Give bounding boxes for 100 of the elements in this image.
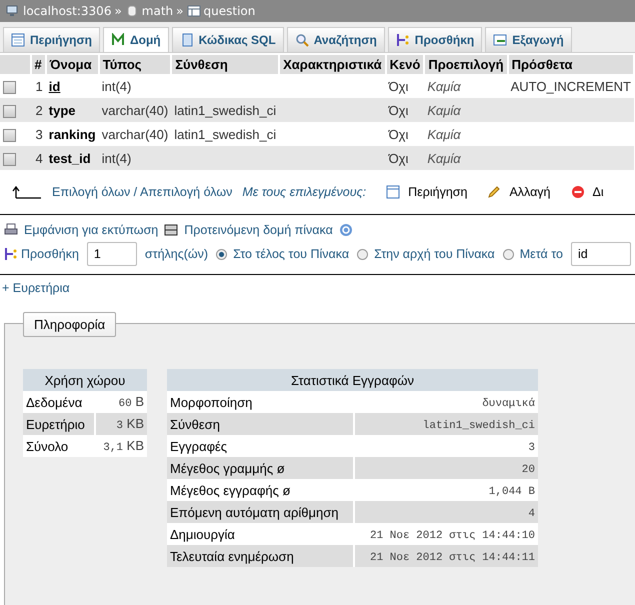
stat-label: Σύνθεση — [170, 416, 220, 432]
structure-icon — [111, 33, 125, 47]
table-cell: Καμία — [427, 102, 461, 118]
table-cell: Όχι — [386, 74, 424, 98]
column-name: type — [48, 102, 76, 118]
radio-label: Μετά το — [520, 247, 563, 261]
grid-icon — [164, 223, 178, 237]
indexes-link[interactable]: + Ευρετήρια — [0, 275, 635, 303]
column-name: id — [48, 78, 60, 94]
stat-label: Ευρετήριο — [26, 416, 85, 432]
stat-value: 4 — [528, 508, 535, 520]
stat-label: Τελευταία ενημέρωση — [170, 548, 294, 564]
table-cell: Καμία — [427, 78, 461, 94]
insert-column-icon — [4, 247, 18, 261]
tab[interactable]: Εξαγωγή — [485, 27, 572, 52]
table-cell: int(4) — [98, 146, 172, 170]
column-header: Όνομα — [46, 55, 99, 74]
radio-label: Στην αρχή του Πίνακα — [374, 247, 495, 261]
stat-value: latin1_swedish_ci — [422, 420, 535, 432]
stat-label: Επόμενη αυτόματη αρίθμηση — [170, 504, 338, 520]
database-icon — [124, 4, 139, 18]
table-icon — [11, 33, 25, 47]
columns-label: στήλης(ών) — [144, 247, 208, 261]
stat-value: δυναμικά — [482, 398, 535, 410]
column-name: ranking — [48, 126, 96, 142]
table-cell: varchar(40) — [98, 122, 172, 146]
table-cell: 3 — [30, 122, 46, 146]
row-checkbox[interactable] — [3, 128, 16, 142]
column-header: Τύπος — [98, 55, 172, 74]
tab[interactable]: Κώδικας SQL — [172, 27, 284, 52]
radio-button[interactable] — [216, 248, 228, 260]
search-icon — [294, 33, 309, 47]
insert-column-icon — [396, 33, 410, 47]
action-link[interactable]: Περιήγηση — [386, 185, 468, 199]
table-icon — [386, 185, 400, 199]
radio-label: Στο τέλος του Πίνακα — [233, 247, 350, 261]
radio-button[interactable] — [357, 248, 368, 260]
delete-icon — [570, 185, 585, 199]
column-count-field[interactable]: 1 — [86, 242, 137, 266]
table-cell: 1 — [30, 74, 46, 98]
stat-label: Μορφοποίηση — [170, 394, 252, 410]
breadcrumb-separator: » — [114, 4, 122, 18]
column-name: test_id — [48, 150, 91, 166]
table-cell: 4 — [30, 146, 46, 170]
action-link[interactable]: Αλλαγή — [487, 185, 551, 199]
help-icon[interactable] — [338, 223, 353, 237]
column-header: Κενό — [386, 55, 424, 74]
add-label: Προσθήκη — [4, 247, 79, 261]
stat-label: Μέγεθος εγγραφής ø — [170, 482, 290, 498]
breadcrumb-separator: » — [176, 4, 184, 18]
breadcrumb-link[interactable]: math — [142, 4, 174, 18]
stat-label: Δημιουργία — [170, 526, 235, 542]
table-cell: AUTO_INCREMENT — [510, 78, 631, 94]
breadcrumb-link[interactable]: question — [204, 4, 256, 18]
row-checkbox[interactable] — [3, 104, 16, 118]
stat-value: 3 KB — [116, 416, 144, 431]
after-field-select[interactable]: id — [570, 242, 631, 266]
table-icon — [186, 4, 200, 18]
stat-value: 21 Νοε 2012 στις 14:44:11 — [370, 552, 535, 564]
table-cell: Όχι — [386, 146, 424, 170]
stat-value: 3,1 KB — [103, 438, 144, 453]
breadcrumb-link[interactable]: localhost:3306 — [23, 4, 112, 18]
column-header: Σύνθεση — [171, 55, 280, 74]
stat-label: Εγγραφές — [170, 438, 228, 454]
row-checkbox[interactable] — [3, 80, 16, 94]
stat-value: 20 — [522, 464, 535, 476]
table-cell: 2 — [30, 98, 46, 122]
panel-legend: Πληροφορία — [23, 312, 116, 337]
pencil-icon — [487, 185, 502, 199]
table-cell: int(4) — [98, 74, 172, 98]
tab[interactable]: Αναζήτηση — [286, 27, 385, 52]
computer-icon — [6, 4, 20, 18]
table-cell: Καμία — [427, 150, 461, 166]
stat-label: Σύνολο — [26, 438, 68, 454]
table-header: Στατιστικά Εγγραφών — [167, 369, 538, 391]
stat-value: 3 — [528, 442, 535, 454]
table-cell: varchar(40) — [98, 98, 172, 122]
propose-structure-link[interactable]: Προτεινόμενη δομή πίνακα — [164, 223, 333, 237]
with-selected-label: Με τους επιλεγμένους: — [242, 185, 366, 199]
print-view-link[interactable]: Εμφάνιση για εκτύπωση — [4, 223, 158, 237]
table-cell: Καμία — [427, 126, 461, 142]
column-header: Προεπιλογή — [424, 55, 508, 74]
arrow-icon — [12, 185, 42, 199]
column-header: Πρόσθετα — [508, 55, 634, 74]
table-cell: Όχι — [386, 98, 424, 122]
radio-button[interactable] — [502, 248, 514, 260]
stat-value: 1,044 B — [488, 486, 535, 498]
stat-value: 21 Νοε 2012 στις 14:44:10 — [370, 530, 535, 542]
table-cell: latin1_swedish_ci — [174, 126, 276, 142]
row-checkbox[interactable] — [3, 152, 16, 166]
action-link[interactable]: Δι — [570, 185, 604, 199]
table-cell: Όχι — [386, 122, 424, 146]
select-all-link[interactable]: Επιλογή όλων / Απεπιλογή όλων — [52, 185, 232, 199]
table-cell: latin1_swedish_ci — [174, 102, 276, 118]
tab[interactable]: Περιήγηση — [3, 27, 100, 52]
tab[interactable]: Προσθήκη — [388, 27, 482, 52]
stat-label: Μέγεθος γραμμής ø — [170, 460, 285, 476]
tab[interactable]: Δομή — [103, 27, 169, 52]
table-header: Χρήση χώρου — [23, 369, 147, 391]
stat-value: 60 B — [118, 394, 144, 409]
